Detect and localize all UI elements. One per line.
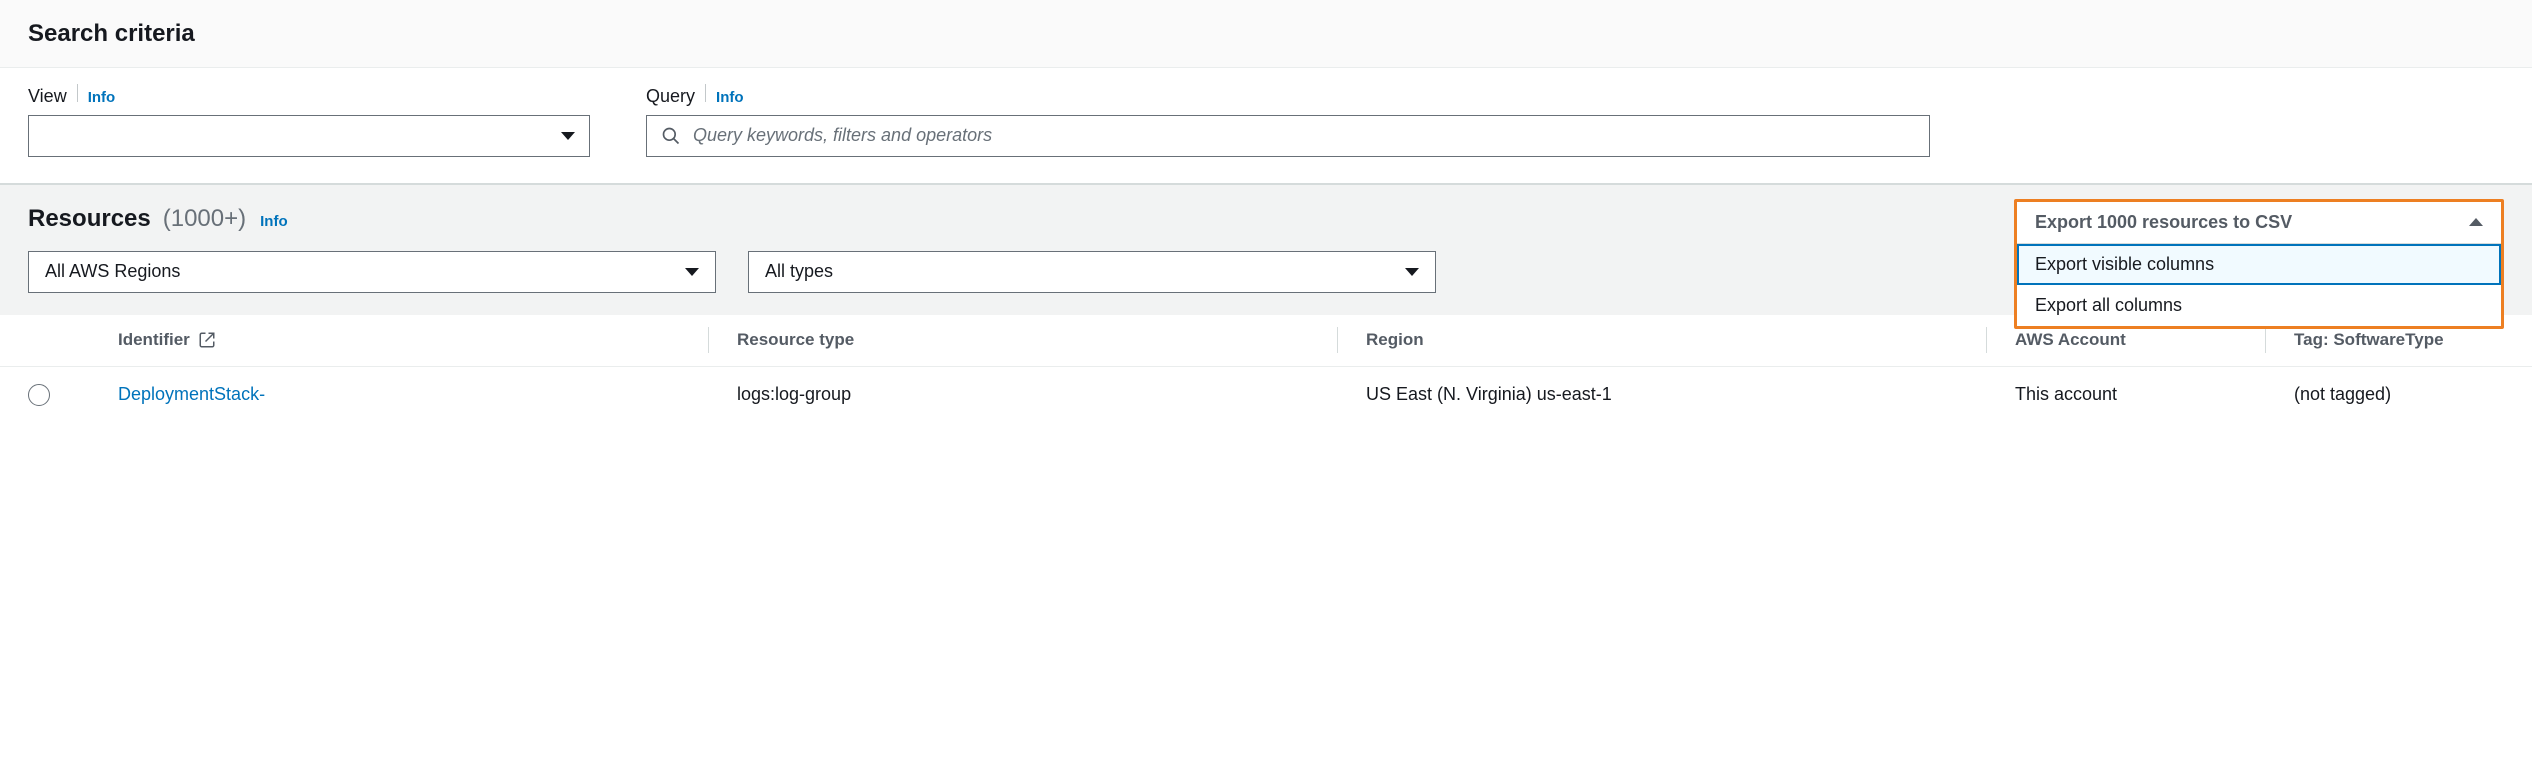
resources-title-row: Resources (1000+) Info — [28, 205, 288, 233]
view-info-link[interactable]: Info — [88, 89, 116, 106]
query-info-link[interactable]: Info — [716, 89, 744, 106]
column-divider — [2265, 327, 2266, 353]
resources-title: Resources — [28, 205, 151, 233]
row-resource-type-cell: logs:log-group — [737, 384, 1337, 405]
external-link-icon — [198, 331, 216, 349]
row-tag-cell: (not tagged) — [2294, 384, 2504, 405]
query-label-row: Query Info — [646, 84, 1930, 107]
resources-info-link[interactable]: Info — [260, 213, 288, 230]
export-dropdown: Export 1000 resources to CSV Export visi… — [2014, 199, 2504, 329]
search-criteria-body: View Info Query Info Query keywords, fi — [0, 67, 2532, 183]
column-divider — [708, 327, 709, 353]
search-criteria-header: Search criteria — [0, 0, 2532, 67]
column-identifier-label: Identifier — [118, 330, 190, 350]
search-icon — [661, 126, 681, 146]
query-field-group: Query Info Query keywords, filters and o… — [646, 84, 1930, 157]
export-button-label: Export 1000 resources to CSV — [2035, 212, 2292, 233]
row-identifier-link[interactable]: DeploymentStack- — [118, 384, 265, 405]
type-filter-select[interactable]: All types — [748, 251, 1436, 293]
column-resource-type[interactable]: Resource type — [737, 330, 1337, 350]
column-tag[interactable]: Tag: SoftwareType — [2294, 330, 2504, 350]
search-criteria-title: Search criteria — [28, 20, 2504, 49]
query-label: Query — [646, 86, 695, 107]
resources-header: Resources (1000+) Info Export 1000 resou… — [0, 185, 2532, 243]
export-option-all-columns[interactable]: Export all columns — [2017, 285, 2501, 326]
row-aws-account-cell: This account — [2015, 384, 2265, 405]
column-aws-account-label: AWS Account — [2015, 330, 2126, 349]
column-region[interactable]: Region — [1366, 330, 1986, 350]
query-placeholder: Query keywords, filters and operators — [693, 125, 992, 146]
row-region-cell: US East (N. Virginia) us-east-1 — [1366, 384, 1986, 405]
column-divider — [1986, 327, 1987, 353]
export-button[interactable]: Export 1000 resources to CSV — [2017, 202, 2501, 244]
row-identifier-cell: DeploymentStack- — [118, 384, 708, 405]
column-aws-account[interactable]: AWS Account — [2015, 330, 2265, 350]
resources-count: (1000+) — [163, 205, 246, 233]
resources-panel: Resources (1000+) Info Export 1000 resou… — [0, 184, 2532, 423]
column-identifier[interactable]: Identifier — [118, 330, 708, 350]
row-select-cell — [28, 384, 118, 406]
column-divider — [1337, 327, 1338, 353]
view-label-row: View Info — [28, 84, 590, 107]
view-select[interactable] — [28, 115, 590, 157]
export-menu: Export visible columns Export all column… — [2017, 244, 2501, 326]
resources-table: Identifier Resource type Region AW — [0, 315, 2532, 423]
separator — [77, 84, 78, 102]
column-tag-label: Tag: SoftwareType — [2294, 330, 2444, 349]
caret-down-icon — [685, 268, 699, 276]
type-filter-value: All types — [765, 261, 833, 282]
separator — [705, 84, 706, 102]
caret-down-icon — [1405, 268, 1419, 276]
caret-down-icon — [561, 132, 575, 140]
column-region-label: Region — [1366, 330, 1424, 349]
search-criteria-panel: Search criteria View Info Query Info — [0, 0, 2532, 184]
view-label: View — [28, 86, 67, 107]
view-field-group: View Info — [28, 84, 590, 157]
table-row: DeploymentStack- logs:log-group US East … — [0, 367, 2532, 423]
export-option-visible-columns[interactable]: Export visible columns — [2017, 244, 2501, 285]
column-resource-type-label: Resource type — [737, 330, 854, 349]
row-select-radio[interactable] — [28, 384, 50, 406]
caret-up-icon — [2469, 218, 2483, 226]
query-input[interactable]: Query keywords, filters and operators — [646, 115, 1930, 157]
region-filter-select[interactable]: All AWS Regions — [28, 251, 716, 293]
region-filter-value: All AWS Regions — [45, 261, 180, 282]
